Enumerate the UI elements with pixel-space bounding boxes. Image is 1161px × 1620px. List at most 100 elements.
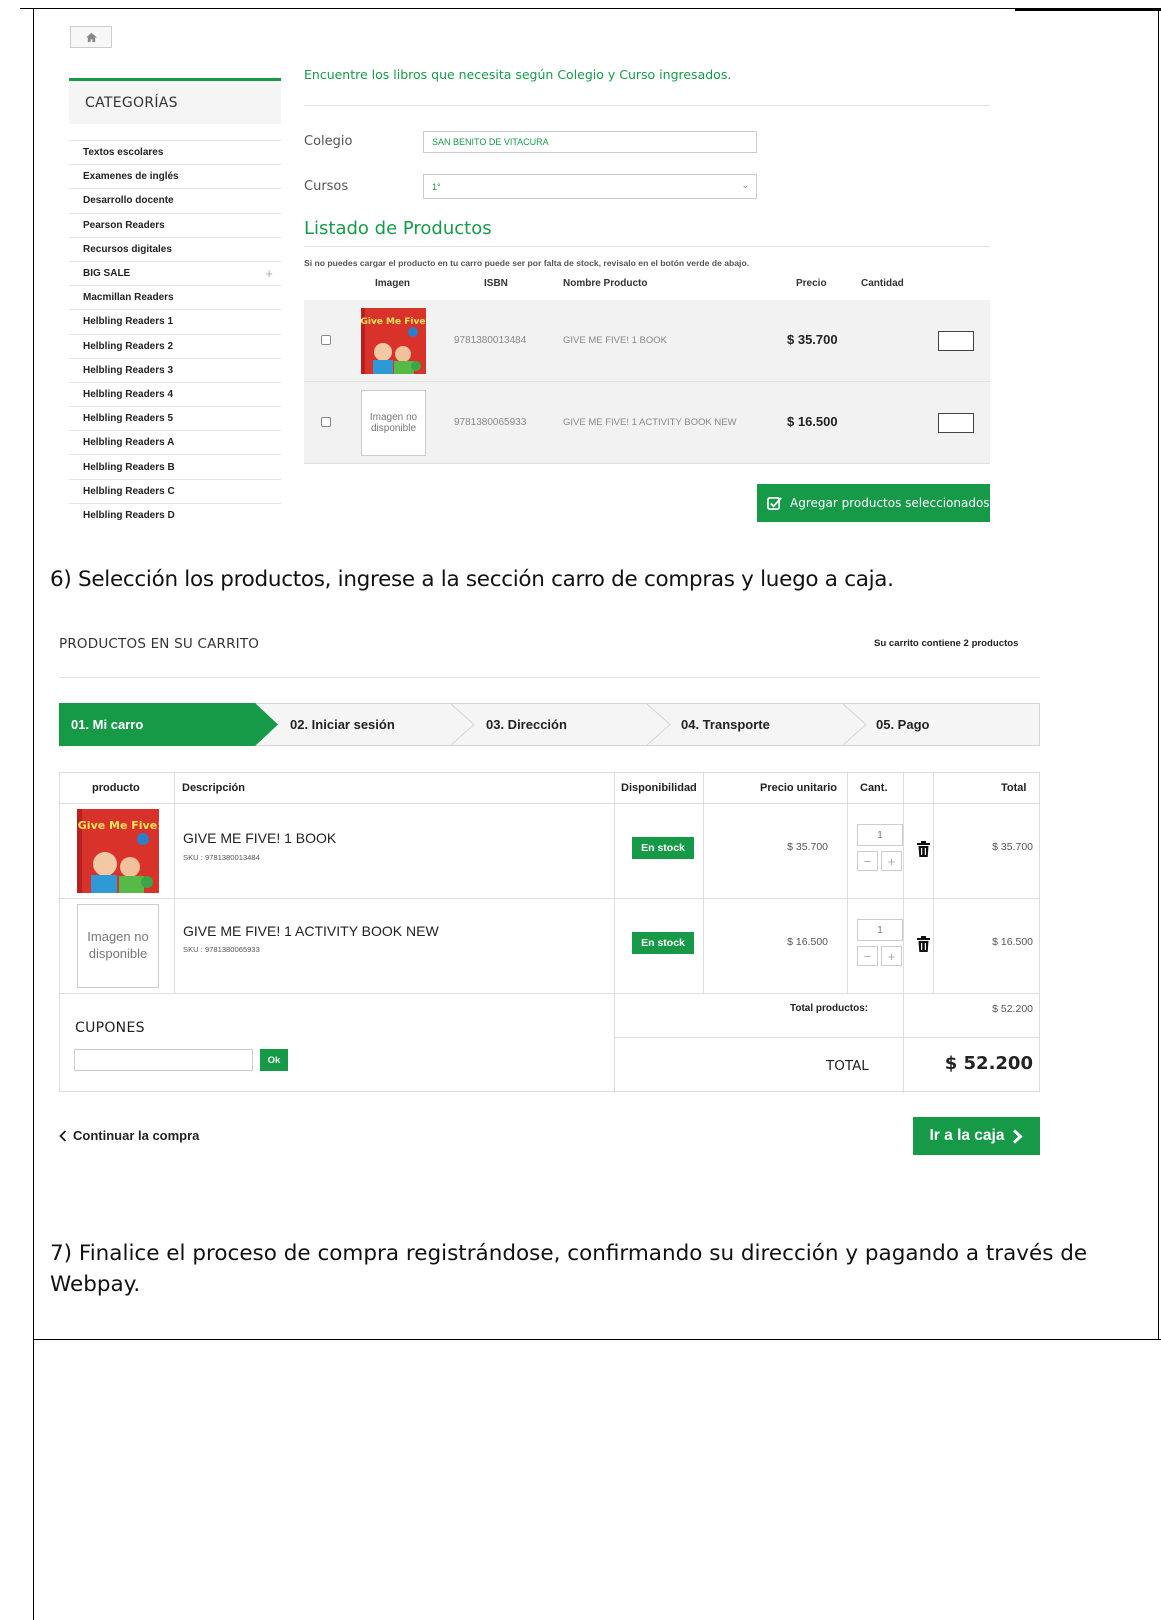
category-label: Helbling Readers B <box>83 461 175 473</box>
divider <box>59 677 1040 678</box>
grid-line <box>614 773 615 1093</box>
grid-line <box>60 898 1039 899</box>
category-label: BIG SALE <box>83 268 131 280</box>
cart-item-name[interactable]: GIVE ME FIVE! 1 ACTIVITY BOOK NEW <box>183 923 439 939</box>
product-checkbox[interactable] <box>321 335 331 345</box>
product-price: $ 35.700 <box>787 332 838 347</box>
grid-line <box>703 773 704 993</box>
quantity-input[interactable] <box>938 413 974 433</box>
category-label: Helbling Readers 2 <box>83 340 174 352</box>
column-header-cant: Cant. <box>860 782 888 794</box>
trash-icon[interactable] <box>917 936 930 952</box>
checkout-steps: 01. Mi carro 02. Iniciar sesión 03. Dire… <box>59 703 1040 746</box>
category-item[interactable]: Helbling Readers 2 <box>69 333 281 358</box>
document-border-top-right <box>1015 8 1161 11</box>
total-label: TOTAL <box>826 1058 869 1074</box>
quantity-input[interactable]: 1 <box>857 919 903 941</box>
category-label: Helbling Readers 4 <box>83 388 174 400</box>
document-border-left <box>33 8 34 1620</box>
step-iniciar-sesion: 02. Iniciar sesión <box>290 717 395 732</box>
divider <box>304 105 990 106</box>
product-checkbox[interactable] <box>321 417 331 427</box>
cover-title: Give Me Five! <box>78 819 159 832</box>
total-value: $ 52.200 <box>944 1053 1033 1074</box>
category-item[interactable]: Pearson Readers <box>69 212 281 237</box>
column-header-precio: Precio <box>796 278 827 289</box>
category-item[interactable]: Textos escolares <box>69 140 281 164</box>
document-border-bottom <box>33 1339 1161 1340</box>
cursos-label: Cursos <box>304 179 349 194</box>
product-name: GIVE ME FIVE! 1 ACTIVITY BOOK NEW <box>563 417 737 428</box>
grid-line <box>847 773 848 993</box>
column-header-precio-unitario: Precio unitario <box>760 782 838 794</box>
instruction-step-6: 6) Selección los productos, ingrese a la… <box>50 567 894 592</box>
cart-item-sku: SKU : 9781380013484 <box>183 853 260 862</box>
quantity-increase-button[interactable]: + <box>881 851 902 871</box>
chevron-down-icon: ⌄ <box>741 180 749 190</box>
instruction-step-7: 7) Finalice el proceso de compra registr… <box>50 1241 1088 1298</box>
category-item[interactable]: Examenes de inglés <box>69 164 281 188</box>
colegio-input[interactable]: SAN BENITO DE VITACURA <box>423 131 757 153</box>
product-row: Imagen no disponible 9781380065933 GIVE … <box>304 382 990 464</box>
category-item[interactable]: Helbling Readers 4 <box>69 381 281 406</box>
column-header-nombre: Nombre Producto <box>563 278 648 289</box>
total-products-label: Total productos: <box>790 1003 869 1014</box>
category-label: Helbling Readers A <box>83 437 175 449</box>
coupon-ok-button[interactable]: Ok <box>260 1049 288 1071</box>
colegio-label: Colegio <box>304 134 353 149</box>
add-selected-products-button[interactable]: Agregar productos seleccionados <box>757 484 990 522</box>
home-breadcrumb-button[interactable] <box>70 26 112 48</box>
add-selected-products-label: Agregar productos seleccionados <box>790 496 990 510</box>
grid-line <box>903 773 904 1093</box>
column-header-total: Total <box>1001 782 1027 794</box>
trash-icon[interactable] <box>917 841 930 857</box>
total-products-value: $ 52.200 <box>992 1003 1033 1015</box>
category-label: Macmillan Readers <box>83 292 174 304</box>
grid-line <box>60 993 1039 994</box>
continue-shopping-link[interactable]: Continuar la compra <box>59 1128 199 1143</box>
expand-plus-icon[interactable]: + <box>265 266 273 281</box>
category-item[interactable]: Helbling Readers A <box>69 430 281 454</box>
categories-title: CATEGORÍAS <box>69 78 281 124</box>
category-item[interactable]: Helbling Readers C <box>69 478 281 503</box>
no-image-placeholder: Imagen no disponible <box>77 904 159 988</box>
column-header-descripcion: Descripción <box>182 782 245 794</box>
row-total: $ 16.500 <box>992 936 1033 948</box>
coupons-title: CUPONES <box>75 1020 145 1036</box>
category-label: Desarrollo docente <box>83 195 174 207</box>
category-item[interactable]: BIG SALE + <box>69 260 281 285</box>
quantity-input[interactable]: 1 <box>857 824 903 846</box>
unit-price: $ 35.700 <box>787 841 828 853</box>
quantity-input[interactable] <box>938 331 974 351</box>
category-item[interactable]: Recursos digitales <box>69 236 281 261</box>
category-item[interactable]: Desarrollo docente <box>69 188 281 212</box>
column-header-disponibilidad: Disponibilidad <box>621 782 697 794</box>
category-item[interactable]: Helbling Readers B <box>69 454 281 478</box>
cursos-select[interactable]: 1° ⌄ <box>423 174 757 199</box>
checkout-button[interactable]: Ir a la caja <box>913 1117 1040 1155</box>
document-border-right <box>1158 8 1159 1340</box>
category-item[interactable]: Macmillan Readers <box>69 285 281 309</box>
step-transporte: 04. Transporte <box>681 717 770 732</box>
category-item[interactable]: Helbling Readers 1 <box>69 309 281 333</box>
stock-note: Si no puedes cargar el producto en tu ca… <box>304 258 750 268</box>
divider <box>304 246 990 247</box>
row-total: $ 35.700 <box>992 841 1033 853</box>
cart-item-name[interactable]: GIVE ME FIVE! 1 BOOK <box>183 830 336 846</box>
category-item[interactable]: Helbling Readers 3 <box>69 357 281 382</box>
category-item[interactable]: Helbling Readers 5 <box>69 406 281 430</box>
quantity-stepper: 1 − + <box>857 824 903 874</box>
coupon-input[interactable] <box>74 1049 253 1071</box>
column-header-producto: producto <box>92 782 140 794</box>
grid-line <box>933 773 934 993</box>
no-image-placeholder: Imagen no disponible <box>361 390 426 456</box>
cursos-value: 1° <box>432 181 441 192</box>
quantity-decrease-button[interactable]: − <box>857 851 878 871</box>
continue-shopping-label: Continuar la compra <box>73 1128 200 1143</box>
category-label: Recursos digitales <box>83 243 172 255</box>
column-header-cantidad: Cantidad <box>861 278 904 289</box>
category-item[interactable]: Helbling Readers D <box>69 502 281 527</box>
cart-item-sku: SKU : 9781380065933 <box>183 945 260 954</box>
quantity-decrease-button[interactable]: − <box>857 946 878 966</box>
quantity-increase-button[interactable]: + <box>881 946 902 966</box>
